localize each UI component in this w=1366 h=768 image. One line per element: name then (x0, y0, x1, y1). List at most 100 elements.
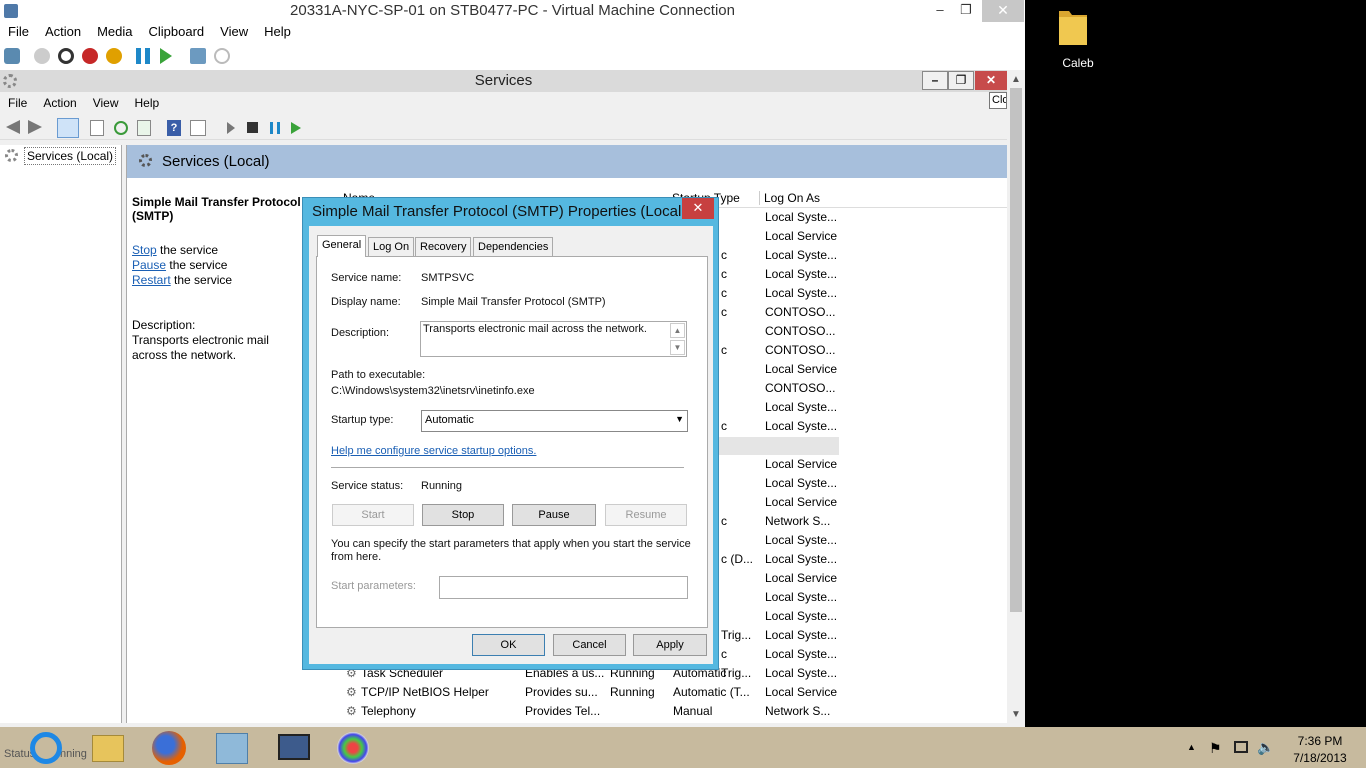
logon-cell[interactable]: Local Syste... (765, 550, 837, 569)
pause-service-icon[interactable] (270, 122, 280, 134)
tab-recovery[interactable]: Recovery (415, 237, 472, 257)
restart-service-icon[interactable] (291, 122, 301, 134)
vm-menu-media[interactable]: Media (89, 22, 140, 42)
pause-vm-icon[interactable] (136, 48, 150, 64)
show-pane-icon[interactable] (190, 120, 206, 136)
service-description-cell[interactable]: Provides su... (525, 683, 598, 702)
export-list-icon[interactable] (137, 120, 151, 136)
logon-cell[interactable]: Local Syste... (765, 607, 837, 626)
description-scroll-down-icon[interactable]: ▼ (670, 340, 685, 355)
show-tree-icon[interactable] (57, 118, 79, 138)
logon-cell[interactable]: CONTOSO... (765, 341, 835, 360)
svc-menu-action[interactable]: Action (35, 93, 84, 113)
start-vm-icon[interactable] (34, 48, 50, 64)
logon-cell[interactable]: CONTOSO... (765, 303, 835, 322)
vm-menu-action[interactable]: Action (37, 22, 89, 42)
refresh-icon[interactable] (114, 121, 128, 135)
service-name-cell[interactable]: Telephony (361, 702, 416, 721)
ok-button[interactable]: OK (472, 634, 545, 656)
logon-cell[interactable]: Local Service (765, 455, 837, 474)
folder-icon[interactable] (1056, 5, 1090, 49)
logon-cell[interactable]: Local Syste... (765, 645, 837, 664)
service-description-cell[interactable]: Provides Tel... (525, 702, 600, 721)
explorer-icon[interactable] (92, 735, 124, 762)
logon-cell[interactable]: Local Service (765, 493, 837, 512)
logon-cell[interactable]: Local Syste... (765, 474, 837, 493)
clock-date[interactable]: 7/18/2013 (1280, 751, 1360, 765)
shut-down-icon[interactable] (82, 48, 98, 64)
logon-cell[interactable]: Local Syste... (765, 531, 837, 550)
start-service-icon[interactable] (227, 122, 235, 134)
service-startup-cell[interactable]: Automatic (T... (673, 683, 750, 702)
logon-cell[interactable]: Local Service (765, 683, 837, 702)
clock-time[interactable]: 7:36 PM (1280, 734, 1360, 748)
tab-log-on[interactable]: Log On (368, 237, 415, 257)
logon-cell[interactable]: Local Syste... (765, 417, 837, 436)
logon-cell[interactable]: Local Service (765, 227, 837, 246)
ie-icon[interactable] (30, 732, 62, 764)
services-minimize-button[interactable]: – (922, 71, 948, 90)
tab-dependencies[interactable]: Dependencies (473, 237, 554, 257)
pause-link[interactable]: Pause (132, 258, 166, 272)
cancel-button[interactable]: Cancel (553, 634, 626, 656)
startup-cell[interactable]: c (721, 645, 727, 664)
back-arrow-icon[interactable] (6, 120, 20, 134)
services-maximize-button[interactable]: ❐ (948, 71, 974, 90)
logon-cell[interactable]: Local Service (765, 569, 837, 588)
volume-icon[interactable]: 🔈 (1257, 739, 1274, 756)
startup-cell[interactable]: c (721, 512, 727, 531)
description-scroll-up-icon[interactable]: ▲ (670, 323, 685, 338)
vm-minimize-button[interactable]: – (926, 0, 954, 22)
start-params-input[interactable] (439, 576, 688, 599)
services-close-button[interactable]: ✕ (975, 71, 1007, 90)
service-name-cell[interactable]: TCP/IP NetBIOS Helper (361, 683, 489, 702)
help-startup-link[interactable]: Help me configure service startup option… (331, 445, 536, 457)
scrollbar-thumb[interactable] (1010, 88, 1022, 612)
tab-general[interactable]: General (317, 235, 367, 257)
vm-maximize-button[interactable]: ❐ (952, 0, 980, 22)
logon-cell[interactable]: Local Syste... (765, 664, 837, 683)
svc-menu-file[interactable]: File (0, 93, 35, 113)
service-startup-cell[interactable]: Manual (673, 702, 712, 721)
flag-icon[interactable]: ⚑ (1209, 740, 1222, 757)
tree-item-services-local[interactable]: Services (Local) (24, 147, 117, 165)
startup-cell[interactable]: c (721, 341, 727, 360)
pause-button[interactable]: Pause (512, 504, 596, 526)
apply-button[interactable]: Apply (633, 634, 707, 656)
show-hidden-icons-icon[interactable]: ▲ (1187, 742, 1196, 752)
logon-cell[interactable]: CONTOSO... (765, 379, 835, 398)
startup-cell[interactable]: c (721, 284, 727, 303)
network-icon[interactable] (1234, 741, 1248, 753)
paint-icon[interactable] (337, 732, 369, 764)
resume-button[interactable]: Resume (605, 504, 687, 526)
startup-cell[interactable]: Trig... (721, 626, 751, 645)
logon-cell[interactable]: Network S... (765, 702, 830, 721)
vm-close-button[interactable]: ✕ (982, 0, 1024, 22)
scroll-up-arrow-icon[interactable]: ▲ (1011, 74, 1021, 85)
checkpoint-icon[interactable] (190, 48, 206, 64)
column-logon[interactable]: Log On As (759, 191, 820, 205)
ctrl-alt-del-icon[interactable] (4, 48, 20, 64)
logon-cell[interactable]: Local Syste... (765, 246, 837, 265)
service-status-cell[interactable]: Running (610, 683, 655, 702)
stop-link[interactable]: Stop (132, 243, 157, 257)
vm-menu-file[interactable]: File (0, 22, 37, 42)
startup-cell[interactable]: c (721, 303, 727, 322)
revert-icon[interactable] (214, 48, 230, 64)
scroll-down-arrow-icon[interactable]: ▼ (1011, 709, 1021, 720)
turn-off-icon[interactable] (58, 48, 74, 64)
server-manager-icon[interactable] (216, 733, 248, 764)
logon-cell[interactable]: Local Syste... (765, 398, 837, 417)
vm-connection-icon[interactable] (278, 734, 310, 760)
resume-vm-icon[interactable] (160, 48, 172, 64)
svc-menu-view[interactable]: View (85, 93, 127, 113)
startup-cell[interactable]: c (721, 246, 727, 265)
stop-button[interactable]: Stop (422, 504, 504, 526)
logon-cell[interactable]: CONTOSO... (765, 322, 835, 341)
logon-cell[interactable]: Local Syste... (765, 588, 837, 607)
startup-cell[interactable]: c (721, 265, 727, 284)
restart-link[interactable]: Restart (132, 273, 171, 287)
logon-cell[interactable]: Local Syste... (765, 284, 837, 303)
vm-menu-clipboard[interactable]: Clipboard (141, 22, 213, 42)
logon-cell[interactable]: Network S... (765, 512, 830, 531)
